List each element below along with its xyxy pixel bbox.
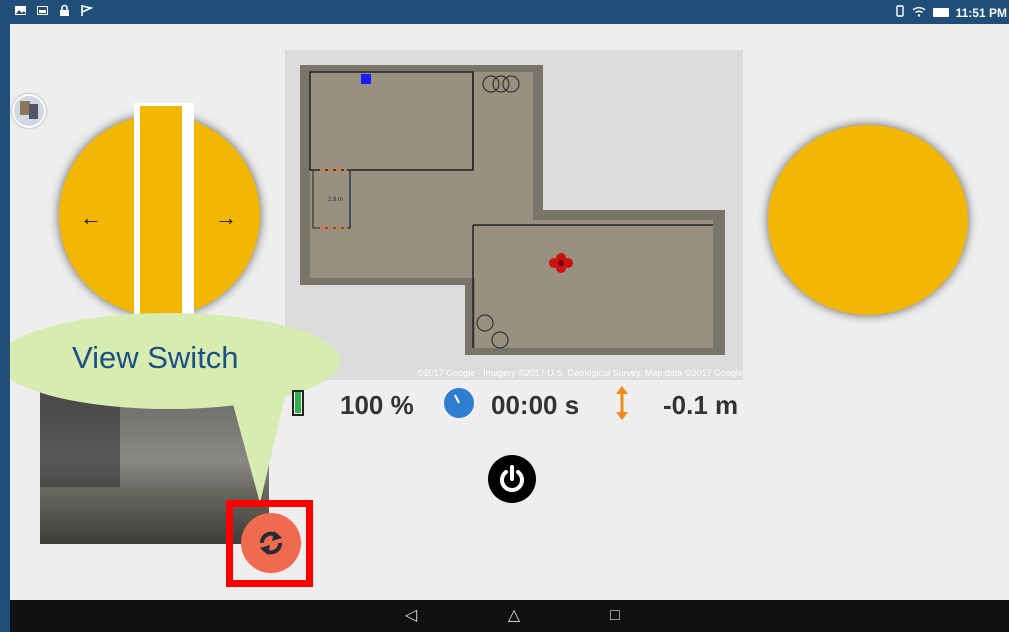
gallery-icon	[14, 4, 27, 17]
flight-timer: 00:00 s	[491, 389, 580, 420]
navigation-bar: ◁ △ □	[10, 600, 1009, 632]
home-marker	[361, 74, 371, 84]
wifi-icon	[912, 5, 926, 20]
timer-icon	[444, 388, 474, 418]
battery-level-icon	[292, 390, 304, 416]
lock-icon	[58, 4, 71, 17]
status-left-icons	[14, 4, 93, 17]
profile-avatar[interactable]	[12, 94, 46, 128]
power-button[interactable]	[488, 455, 536, 503]
map-credit: ©2017 Google · Imagery ©2017 U.S. Geolog…	[417, 368, 743, 378]
battery-icon	[932, 8, 949, 17]
callout-label: View Switch	[72, 340, 239, 375]
flag-icon	[80, 4, 93, 17]
back-icon[interactable]: ◁	[402, 607, 420, 625]
floor-map[interactable]: 2.8 m ©2017 Google · Imagery ©2017 U.S. …	[285, 50, 743, 380]
room-dimension-label: 2.8 m	[328, 197, 343, 203]
right-joystick[interactable]	[768, 125, 968, 315]
floor-plan: 2.8 m	[300, 65, 725, 355]
power-icon	[500, 465, 524, 492]
altitude-readout: -0.1 m	[663, 389, 739, 420]
view-switch-button[interactable]	[241, 513, 301, 573]
throttle-slider[interactable]	[140, 106, 182, 346]
image-icon	[36, 4, 49, 17]
status-bar: 11:51 PM	[10, 0, 1009, 24]
vibrate-icon	[895, 5, 905, 20]
status-time: 11:51 PM	[955, 5, 1007, 20]
home-icon[interactable]: △	[505, 607, 523, 625]
callout-tail	[225, 375, 290, 503]
refresh-icon	[260, 531, 282, 555]
arrow-right-icon: →	[215, 205, 237, 230]
recents-icon[interactable]: □	[606, 607, 624, 625]
altitude-icon	[616, 386, 628, 420]
arrow-left-icon: ←	[80, 205, 102, 230]
app-screen: 11:51 PM ← → 2.8 m ©2017 Google · Imager…	[10, 0, 1009, 632]
battery-percent: 100 %	[340, 389, 414, 420]
status-right: 11:51 PM	[895, 5, 1007, 20]
